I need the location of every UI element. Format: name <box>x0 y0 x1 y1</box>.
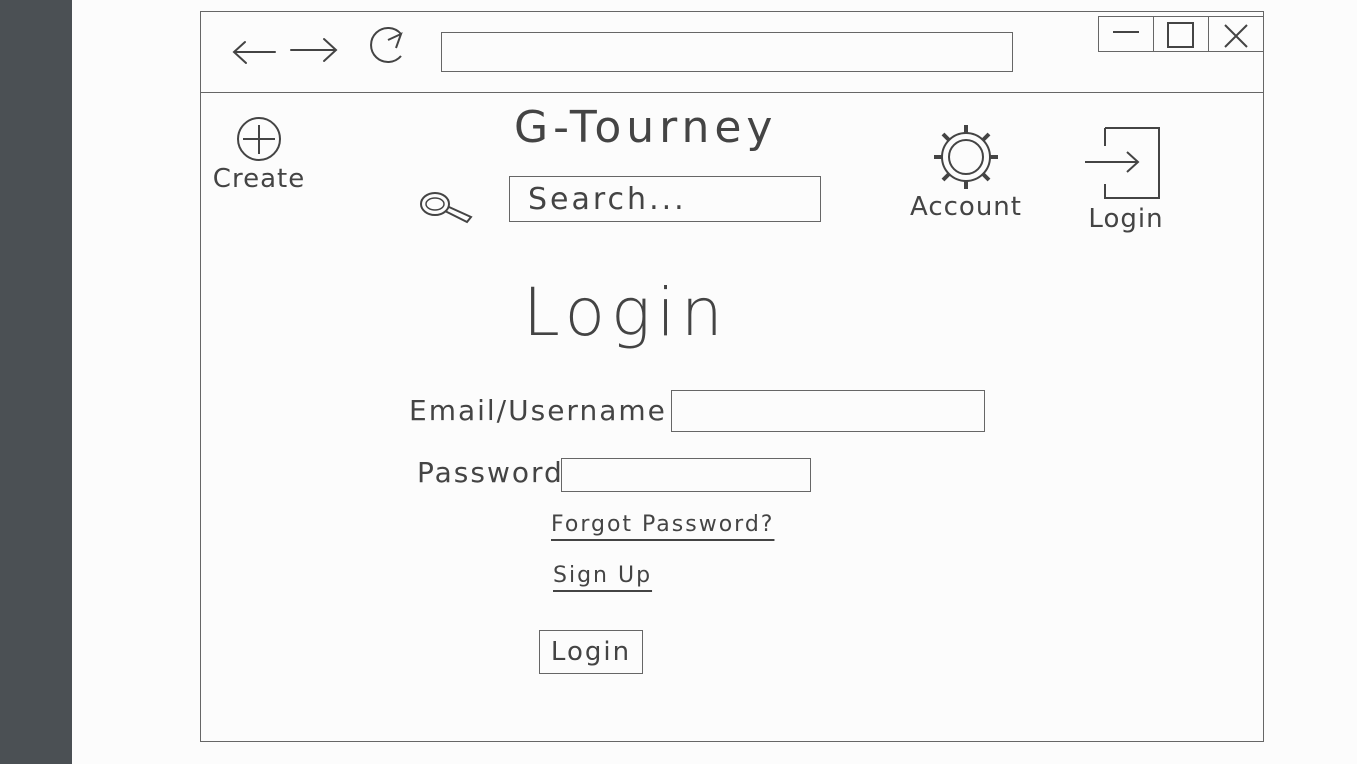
email-label: Email/Username <box>409 394 667 427</box>
page-title: Login <box>523 274 729 351</box>
login-submit-button[interactable]: Login <box>539 630 643 674</box>
password-field[interactable] <box>561 458 811 492</box>
forward-arrow-icon[interactable] <box>289 36 339 64</box>
login-nav-button[interactable]: Login <box>1071 122 1181 234</box>
left-gutter <box>0 0 72 764</box>
minimize-icon <box>1113 31 1139 33</box>
sign-up-link[interactable]: Sign Up <box>553 563 652 588</box>
plus-circle-icon <box>237 117 281 161</box>
login-door-icon <box>1085 127 1160 199</box>
search-icon[interactable] <box>417 190 475 228</box>
back-arrow-icon[interactable] <box>231 38 277 66</box>
maximize-button[interactable] <box>1154 17 1209 51</box>
gear-icon <box>934 125 998 189</box>
login-nav-label: Login <box>1088 204 1164 234</box>
email-field[interactable] <box>671 390 985 432</box>
close-button[interactable] <box>1209 17 1263 51</box>
maximize-icon <box>1167 22 1194 48</box>
browser-window: Create G-Tourney Account Login Login Ema… <box>200 11 1264 742</box>
search-input[interactable] <box>509 176 821 222</box>
create-label: Create <box>212 164 306 194</box>
refresh-icon[interactable] <box>361 24 411 68</box>
minimize-button[interactable] <box>1099 17 1154 51</box>
account-button[interactable]: Account <box>901 122 1031 222</box>
browser-chrome <box>201 12 1263 93</box>
app-title: G-Tourney <box>514 102 778 153</box>
create-button[interactable]: Create <box>207 116 311 194</box>
close-icon <box>1224 24 1248 48</box>
password-label: Password <box>417 456 564 489</box>
address-bar[interactable] <box>441 32 1013 72</box>
account-label: Account <box>910 192 1022 222</box>
forgot-password-link[interactable]: Forgot Password? <box>551 512 774 537</box>
window-controls <box>1098 16 1263 52</box>
